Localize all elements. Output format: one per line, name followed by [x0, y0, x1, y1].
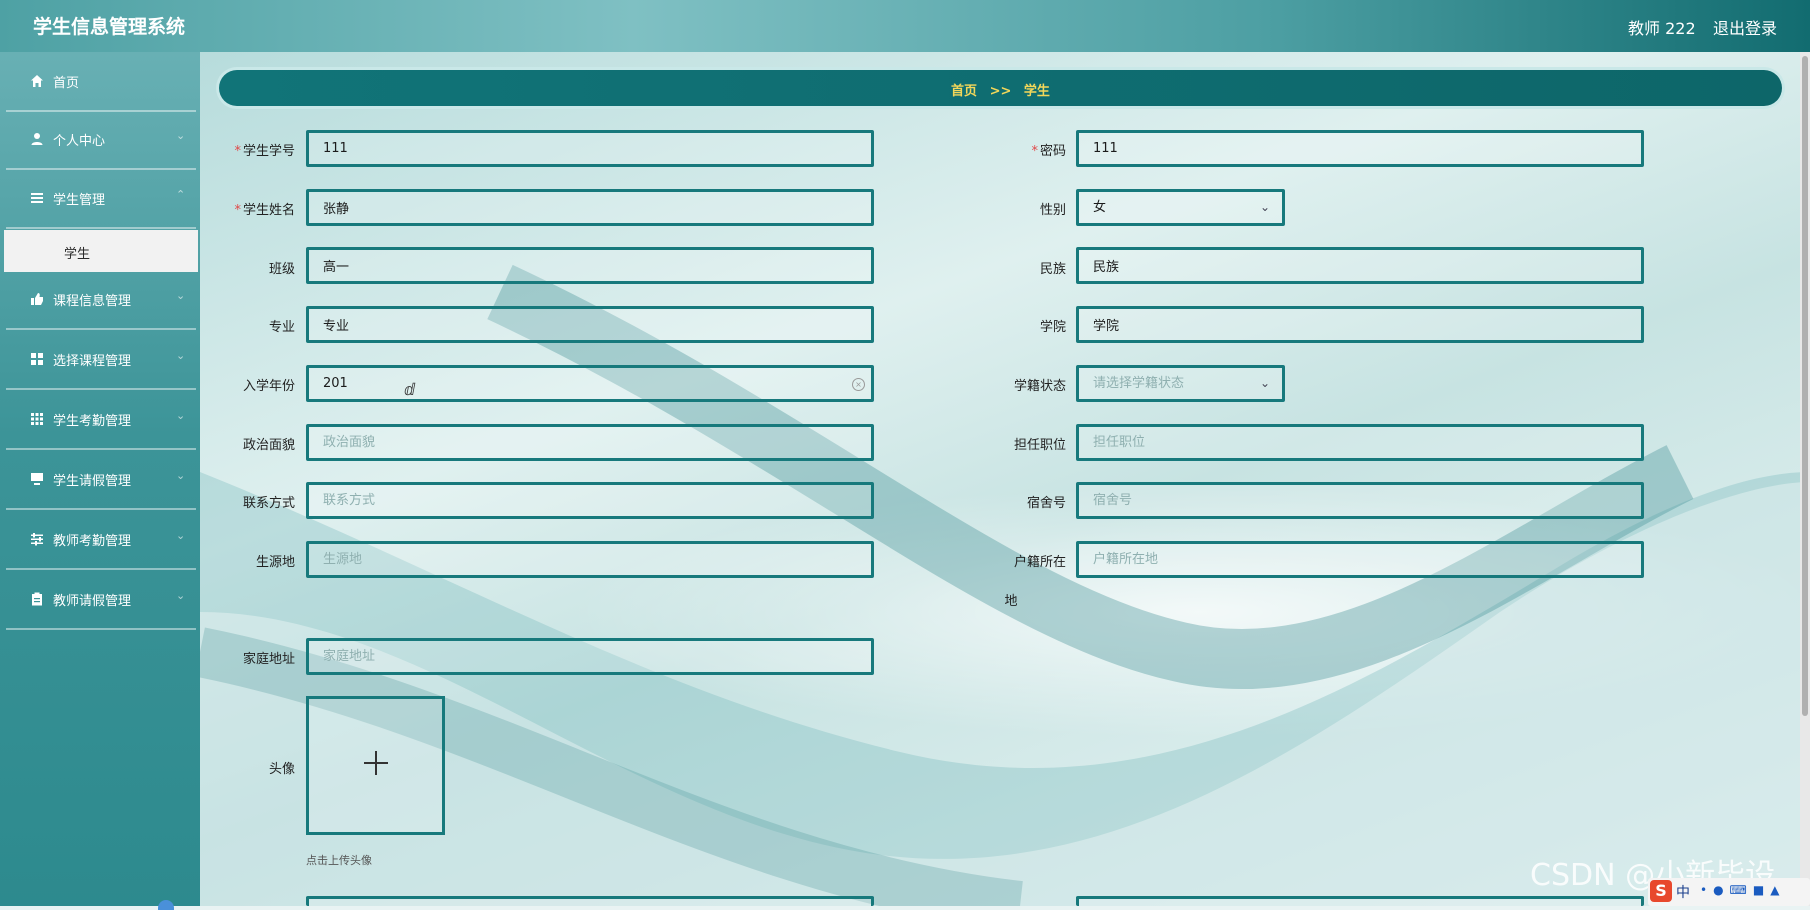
ethnicity-label: 民族	[1039, 262, 1066, 277]
sidebar-item-personal-center[interactable]: 个人中心 ⌄	[6, 110, 196, 170]
sidebar-item-label: 选择课程管理	[53, 354, 132, 369]
chevron-down-icon: ⌄	[176, 589, 186, 602]
sidebar-item-course-info[interactable]: 课程信息管理 ⌄	[6, 270, 196, 330]
ime-toolbar[interactable]: S 中 •●⌨■▲	[1648, 878, 1810, 906]
origin-label: 生源地	[255, 555, 295, 570]
major-input[interactable]	[306, 306, 874, 343]
grid-icon	[30, 352, 44, 366]
sidebar-item-label: 个人中心	[53, 134, 106, 149]
major-label: 专业	[268, 320, 295, 335]
breadcrumb-current: 学生	[1023, 84, 1050, 99]
logout-link[interactable]: 退出登录	[1713, 15, 1777, 39]
sidebar-subitem-student[interactable]: 学生	[4, 230, 198, 272]
sliders-icon	[30, 532, 44, 546]
avatar-upload-box[interactable]	[306, 696, 445, 835]
ime-mode-label: 中	[1676, 885, 1690, 901]
next-field-input-right[interactable]	[1076, 896, 1644, 906]
dorm-label: 宿舍号	[1026, 496, 1066, 511]
position-input[interactable]	[1076, 424, 1644, 461]
household-input[interactable]	[1076, 541, 1644, 578]
password-input[interactable]	[1076, 130, 1644, 167]
sogou-logo-icon: S	[1650, 880, 1672, 902]
thumb-icon	[30, 292, 44, 306]
ethnicity-input[interactable]	[1076, 247, 1644, 284]
address-label: 家庭地址	[242, 652, 295, 667]
sidebar-item-student-leave[interactable]: 学生请假管理 ⌄	[6, 450, 196, 510]
gender-label: 性别	[1039, 203, 1066, 218]
scrollbar-thumb[interactable]	[1802, 56, 1808, 716]
sidebar: 首页 个人中心 ⌄ 学生管理 ⌃ 学生 课程信息管理 ⌄ 选择课程管理 ⌄ 学生…	[0, 52, 200, 910]
chevron-down-icon: ⌄	[176, 469, 186, 482]
top-header: 学生信息管理系统 教师 222 退出登录	[0, 0, 1810, 52]
enroll-year-label: 入学年份	[242, 379, 295, 394]
text-cursor-icon: ⅆ	[404, 380, 416, 399]
chevron-down-icon: ⌄	[1259, 376, 1270, 390]
gender-selected-value: 女	[1093, 200, 1107, 215]
college-input[interactable]	[1076, 306, 1644, 343]
avatar-label: 头像	[268, 762, 295, 777]
floating-chat-icon[interactable]	[158, 900, 174, 910]
sidebar-item-teacher-attendance[interactable]: 教师考勤管理 ⌄	[6, 510, 196, 570]
student-name-input[interactable]	[306, 189, 874, 226]
grid9-icon	[30, 412, 44, 426]
origin-input[interactable]	[306, 541, 874, 578]
breadcrumb-separator: >>	[989, 84, 1012, 99]
gender-select[interactable]: 女 ⌄	[1076, 189, 1285, 226]
app-title: 学生信息管理系统	[33, 16, 186, 38]
chevron-down-icon: ⌄	[176, 129, 186, 142]
next-field-input[interactable]	[306, 896, 874, 906]
monitor-icon	[30, 472, 44, 486]
sidebar-item-home[interactable]: 首页	[6, 52, 196, 112]
chevron-down-icon: ⌄	[176, 289, 186, 302]
ime-tool-icons: •●⌨■▲	[1700, 883, 1786, 897]
contact-label: 联系方式	[242, 496, 295, 511]
position-label: 担任职位	[1013, 438, 1066, 453]
home-icon	[30, 74, 44, 88]
dorm-input[interactable]	[1076, 482, 1644, 519]
sidebar-item-label: 教师考勤管理	[53, 534, 132, 549]
list-icon	[30, 191, 44, 205]
enroll-year-input[interactable]	[306, 365, 874, 402]
breadcrumb-home-link[interactable]: 首页	[951, 84, 977, 99]
status-placeholder: 请选择学籍状态	[1093, 376, 1185, 391]
student-name-label: * 学生姓名	[234, 203, 295, 218]
student-no-input[interactable]	[306, 130, 874, 167]
sidebar-item-course-selection[interactable]: 选择课程管理 ⌄	[6, 330, 196, 390]
sidebar-item-label: 课程信息管理	[53, 294, 132, 309]
chevron-down-icon: ⌄	[176, 349, 186, 362]
student-no-label: * 学生学号	[234, 144, 295, 159]
address-input[interactable]	[306, 638, 874, 675]
sidebar-item-label: 学生管理	[53, 193, 106, 208]
password-label: * 密码	[1031, 144, 1066, 159]
user-icon	[30, 132, 44, 146]
sidebar-item-teacher-leave[interactable]: 教师请假管理 ⌄	[6, 570, 196, 630]
status-label: 学籍状态	[1013, 379, 1066, 394]
chevron-up-icon: ⌃	[176, 188, 186, 201]
breadcrumb: 首页 >> 学生	[219, 70, 1782, 106]
political-input[interactable]	[306, 424, 874, 461]
clear-input-icon[interactable]: ×	[852, 378, 865, 391]
sidebar-item-label: 教师请假管理	[53, 594, 132, 609]
class-input[interactable]	[306, 247, 874, 284]
sidebar-item-label: 首页	[53, 76, 80, 91]
household-label-wrap: 地	[1004, 594, 1018, 609]
chevron-down-icon: ⌄	[176, 529, 186, 542]
chevron-down-icon: ⌄	[1259, 200, 1270, 214]
chevron-down-icon: ⌄	[176, 409, 186, 422]
sidebar-item-student-management[interactable]: 学生管理 ⌃	[6, 169, 196, 229]
household-label: 户籍所在	[1013, 555, 1066, 570]
sidebar-item-student-attendance[interactable]: 学生考勤管理 ⌄	[6, 390, 196, 450]
status-select[interactable]: 请选择学籍状态 ⌄	[1076, 365, 1285, 402]
political-label: 政治面貌	[242, 438, 295, 453]
plus-icon	[361, 748, 391, 778]
class-label: 班级	[268, 262, 295, 277]
current-user: 教师 222	[1628, 19, 1696, 38]
college-label: 学院	[1039, 320, 1066, 335]
sidebar-subitem-label: 学生	[64, 247, 91, 262]
clipboard-icon	[30, 592, 44, 606]
sidebar-item-label: 学生考勤管理	[53, 414, 132, 429]
contact-input[interactable]	[306, 482, 874, 519]
sidebar-item-label: 学生请假管理	[53, 474, 132, 489]
avatar-upload-hint: 点击上传头像	[306, 854, 372, 867]
